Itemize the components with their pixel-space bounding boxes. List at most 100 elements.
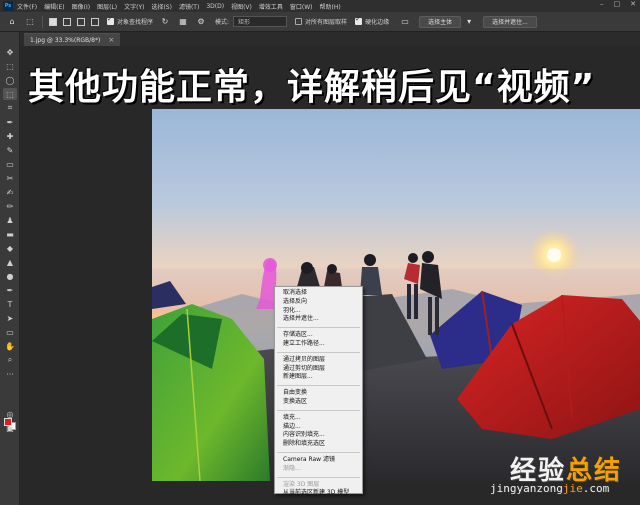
intersect-selection-icon[interactable] <box>91 17 99 26</box>
object-select-icon[interactable]: ⬚ <box>3 88 17 100</box>
context-menu-separator <box>277 451 360 453</box>
brush-icon[interactable]: ✎ <box>3 144 17 156</box>
chevron-down-icon[interactable]: ▾ <box>463 16 475 28</box>
context-menu-item[interactable]: 自由变换 <box>275 389 362 398</box>
blur-icon[interactable]: ▲ <box>3 256 17 268</box>
context-menu-separator <box>277 476 360 478</box>
paint-bucket-icon[interactable]: ◆ <box>3 242 17 254</box>
menu-type[interactable]: 文字(Y) <box>124 2 144 11</box>
menu-view[interactable]: 视图(V) <box>231 2 252 11</box>
menu-edit[interactable]: 编辑(E) <box>44 2 64 11</box>
context-menu-item[interactable]: 内容识别填充... <box>275 431 362 440</box>
menu-filter[interactable]: 滤镜(T) <box>179 2 199 11</box>
foreground-color-swatch[interactable] <box>4 418 12 426</box>
refresh-icon[interactable]: ↻ <box>159 16 171 28</box>
tool-preset-icon[interactable]: ⬚ <box>24 16 36 28</box>
options-bar: ⌂ ⬚ 对象查找程序 ↻ ▦ ⚙ 模式: 矩形 对所有图层取样 硬化边缘 ▭ 选… <box>0 12 640 32</box>
context-menu-item: 渐隐... <box>283 464 301 472</box>
history-brush-icon[interactable]: ✍ <box>3 186 17 198</box>
enhance-edge-checkbox[interactable] <box>355 15 363 25</box>
tools-panel: ✥ ⬚ ◯ ⬚ ⌗ ✒ ✚ ✎ ▭ ✂ ✍ ✏ ♟ ▬ ◆ ▲ ● ✒ T ➤ … <box>0 32 20 505</box>
context-menu-separator <box>277 409 360 411</box>
settings-gear-icon[interactable]: ⚙ <box>195 16 207 28</box>
eyedropper-icon[interactable]: ✒ <box>3 116 17 128</box>
context-menu-item[interactable]: 填充... <box>275 414 362 423</box>
menu-help[interactable]: 帮助(H) <box>320 2 341 11</box>
stamp-icon[interactable]: ✂ <box>3 172 17 184</box>
marquee-icon[interactable]: ⬚ <box>3 60 17 72</box>
context-menu-item[interactable]: 取消选择 <box>275 289 362 298</box>
maximize-icon[interactable]: □ <box>614 0 621 8</box>
watermark-url-part-b: jie <box>562 482 583 495</box>
menu-file[interactable]: 文件(F) <box>17 2 37 11</box>
context-menu: 取消选择 选择反向 羽化... 选择并遮住... 存储选区... 建立工作路径... 通过拷… <box>274 286 363 496</box>
clone-icon[interactable]: ♟ <box>3 214 17 226</box>
close-window-icon[interactable]: ✕ <box>630 0 636 8</box>
menu-layer[interactable]: 图层(L) <box>97 2 117 11</box>
context-menu-item[interactable]: 存储选区... <box>275 331 362 340</box>
speech-bubble-icon[interactable]: ▭ <box>399 16 411 28</box>
context-menu-separator <box>277 351 360 353</box>
minimize-icon[interactable]: – <box>600 0 604 8</box>
context-menu-separator <box>277 385 360 387</box>
lasso-icon[interactable]: ◯ <box>3 74 17 86</box>
subtract-selection-icon[interactable] <box>77 17 85 26</box>
overlay-icon[interactable]: ▦ <box>177 16 189 28</box>
select-subject-button[interactable]: 选择主体 <box>419 15 462 28</box>
menu-image[interactable]: 图像(I) <box>72 2 90 11</box>
context-menu-item[interactable]: 通过拷贝的图层 <box>275 356 362 365</box>
object-finder-label: 对象查找程序 <box>117 19 154 26</box>
menu-bar: Ps 文件(F) 编辑(E) 图像(I) 图层(L) 文字(Y) 选择(S) 滤… <box>0 0 640 12</box>
object-finder-checkbox[interactable] <box>107 15 114 25</box>
divider <box>42 15 43 28</box>
add-selection-icon[interactable] <box>63 17 71 26</box>
context-menu-item[interactable]: 从当前选区新建 3D 模型 <box>275 489 362 498</box>
close-tab-icon[interactable]: × <box>108 36 114 44</box>
new-selection-icon[interactable] <box>49 17 57 26</box>
mode-label: 模式: <box>215 19 230 26</box>
crop-icon[interactable]: ⌗ <box>3 102 17 114</box>
overlay-caption: 其他功能正常，详解稍后见“视频” <box>28 67 596 108</box>
context-menu-item[interactable]: 删除和填充选区 <box>275 440 362 449</box>
eraser-icon[interactable]: ▭ <box>3 158 17 170</box>
context-menu-item[interactable]: 变换选区 <box>275 398 362 407</box>
gradient-icon[interactable]: ▬ <box>3 228 17 240</box>
home-icon[interactable]: ⌂ <box>6 16 18 28</box>
select-and-mask-button[interactable]: 选择并遮住... <box>483 15 537 28</box>
watermark-url: jingyanzongjie.com <box>490 482 609 495</box>
sample-all-layers-label: 对所有图层取样 <box>305 19 348 26</box>
menu-window[interactable]: 窗口(W) <box>290 2 313 11</box>
watermark-url-part-c: .com <box>582 482 610 495</box>
context-menu-item[interactable]: 新建图层... <box>275 373 362 382</box>
sample-all-layers-checkbox[interactable] <box>295 18 303 25</box>
document-tab-title: 1.jpg @ 33.3%(RGB/8*) <box>30 36 101 44</box>
pen-icon[interactable]: ✒ <box>3 284 17 296</box>
shape-icon[interactable]: ▭ <box>3 326 17 338</box>
dodge-icon[interactable]: ● <box>3 270 17 282</box>
watermark-url-part-a: jingyanzong <box>490 482 563 495</box>
document-canvas-photo[interactable] <box>152 109 640 481</box>
more-tools-icon[interactable]: ··· <box>3 368 17 380</box>
move-icon[interactable]: ✥ <box>3 46 17 58</box>
context-menu-item[interactable]: 建立工作路径... <box>275 340 362 349</box>
context-menu-separator <box>277 327 360 329</box>
zoom-icon[interactable]: ⌕ <box>3 354 17 366</box>
menu-plugins[interactable]: 增效工具 <box>259 2 283 11</box>
document-tab-bar: 1.jpg @ 33.3%(RGB/8*) × <box>20 32 640 46</box>
site-watermark: 经验总结 jingyanzongjie.com <box>488 448 638 503</box>
hand-icon[interactable]: ✋ <box>3 340 17 352</box>
context-menu-item[interactable]: 选择反向 <box>275 298 362 307</box>
menu-3d[interactable]: 3D(D) <box>206 3 224 10</box>
healing-icon[interactable]: ✚ <box>3 130 17 142</box>
context-menu-item[interactable]: 选择并遮住... <box>275 315 362 324</box>
enhance-edge-label: 硬化边缘 <box>365 19 390 26</box>
mode-select[interactable]: 矩形 <box>233 16 288 27</box>
path-select-icon[interactable]: ➤ <box>3 312 17 324</box>
sunrise-camping-photo <box>152 109 640 481</box>
type-icon[interactable]: T <box>3 298 17 310</box>
menu-select[interactable]: 选择(S) <box>151 2 172 11</box>
document-tab[interactable]: 1.jpg @ 33.3%(RGB/8*) × <box>24 33 121 46</box>
photoshop-logo: Ps <box>3 1 13 11</box>
pencil-icon[interactable]: ✏ <box>3 200 17 212</box>
context-menu-item[interactable]: Camera Raw 滤镜 <box>275 456 362 465</box>
